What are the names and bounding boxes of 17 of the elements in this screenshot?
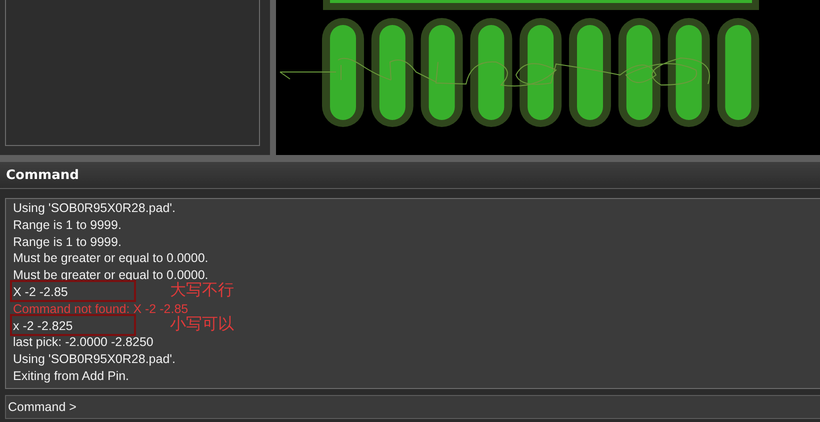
- log-line: Range is 1 to 9999.: [13, 234, 122, 249]
- log-line: last pick: -2.0000 -2.8250: [13, 335, 154, 350]
- log-line: Using 'SOB0R95X0R28.pad'.: [13, 201, 176, 215]
- error-message: Command not found: X -2 -2.85: [13, 302, 188, 316]
- log-line: X -2 -2.85: [13, 284, 68, 299]
- log-line: Using 'SOB0R95X0R28.pad'.: [13, 352, 176, 366]
- log-line: Must be greater or equal to 0.0000.: [13, 251, 208, 266]
- command-input[interactable]: Command >: [6, 400, 76, 414]
- splitter-bar[interactable]: [270, 0, 276, 155]
- log-line: Must be greater or equal to 0.0000.: [13, 268, 208, 282]
- annotation-note: 大写不行: [170, 280, 234, 300]
- log-line: Range is 1 to 9999.: [13, 218, 122, 232]
- splitter-bar[interactable]: [0, 155, 820, 162]
- panel-title: Command: [6, 168, 79, 182]
- log-line: Exiting from Add Pin.: [13, 368, 130, 383]
- annotation-note: 小写可以: [170, 314, 234, 334]
- log-line: x -2 -2.825: [13, 318, 73, 333]
